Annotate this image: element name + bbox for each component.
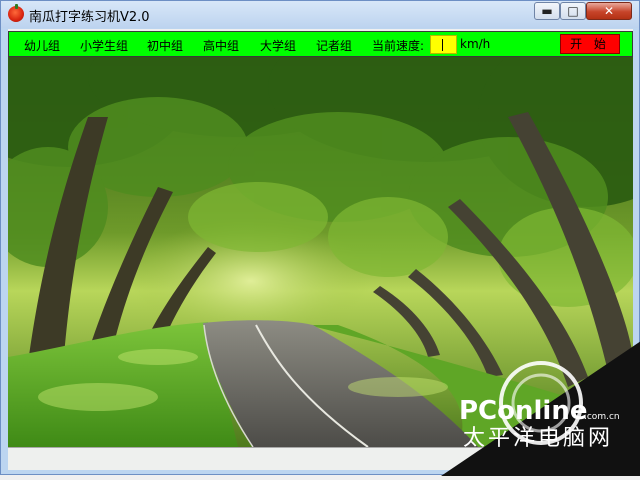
app-window: 南瓜打字练习机V2.0 ▬ □ ✕ 幼儿组 小学生组 初中组 高中组 大学组 记… xyxy=(0,0,640,476)
watermark-brand: PConline xyxy=(459,396,587,426)
menu-item-primary[interactable]: 小学生组 xyxy=(80,37,128,54)
group-menu-bar: 幼儿组 小学生组 初中组 高中组 大学组 记者组 当前速度: km/h 开 始 xyxy=(8,31,633,57)
speed-input[interactable] xyxy=(430,35,457,54)
start-button[interactable]: 开 始 xyxy=(560,34,620,54)
menu-item-kindergarten[interactable]: 幼儿组 xyxy=(24,37,60,54)
pumpkin-icon[interactable] xyxy=(8,4,24,22)
title-bar[interactable]: 南瓜打字练习机V2.0 ▬ □ ✕ xyxy=(1,1,639,28)
text-caret xyxy=(442,39,443,51)
maximize-button[interactable]: □ xyxy=(560,2,586,20)
close-button[interactable]: ✕ xyxy=(586,2,632,20)
pconline-watermark: PConline .com.cn 太平洋电脑网 xyxy=(441,341,640,476)
watermark-domain: .com.cn xyxy=(584,412,620,422)
minimize-button[interactable]: ▬ xyxy=(534,2,560,20)
menu-item-junior-high[interactable]: 初中组 xyxy=(147,37,183,54)
menu-item-reporter[interactable]: 记者组 xyxy=(316,37,352,54)
window-title: 南瓜打字练习机V2.0 xyxy=(29,10,150,25)
watermark-graphic: PConline .com.cn 太平洋电脑网 xyxy=(441,341,640,476)
watermark-chinese: 太平洋电脑网 xyxy=(463,426,613,451)
speed-label: 当前速度: xyxy=(372,39,425,53)
menu-item-college[interactable]: 大学组 xyxy=(260,37,296,54)
speed-unit: km/h xyxy=(460,37,491,51)
menu-item-senior-high[interactable]: 高中组 xyxy=(203,37,239,54)
